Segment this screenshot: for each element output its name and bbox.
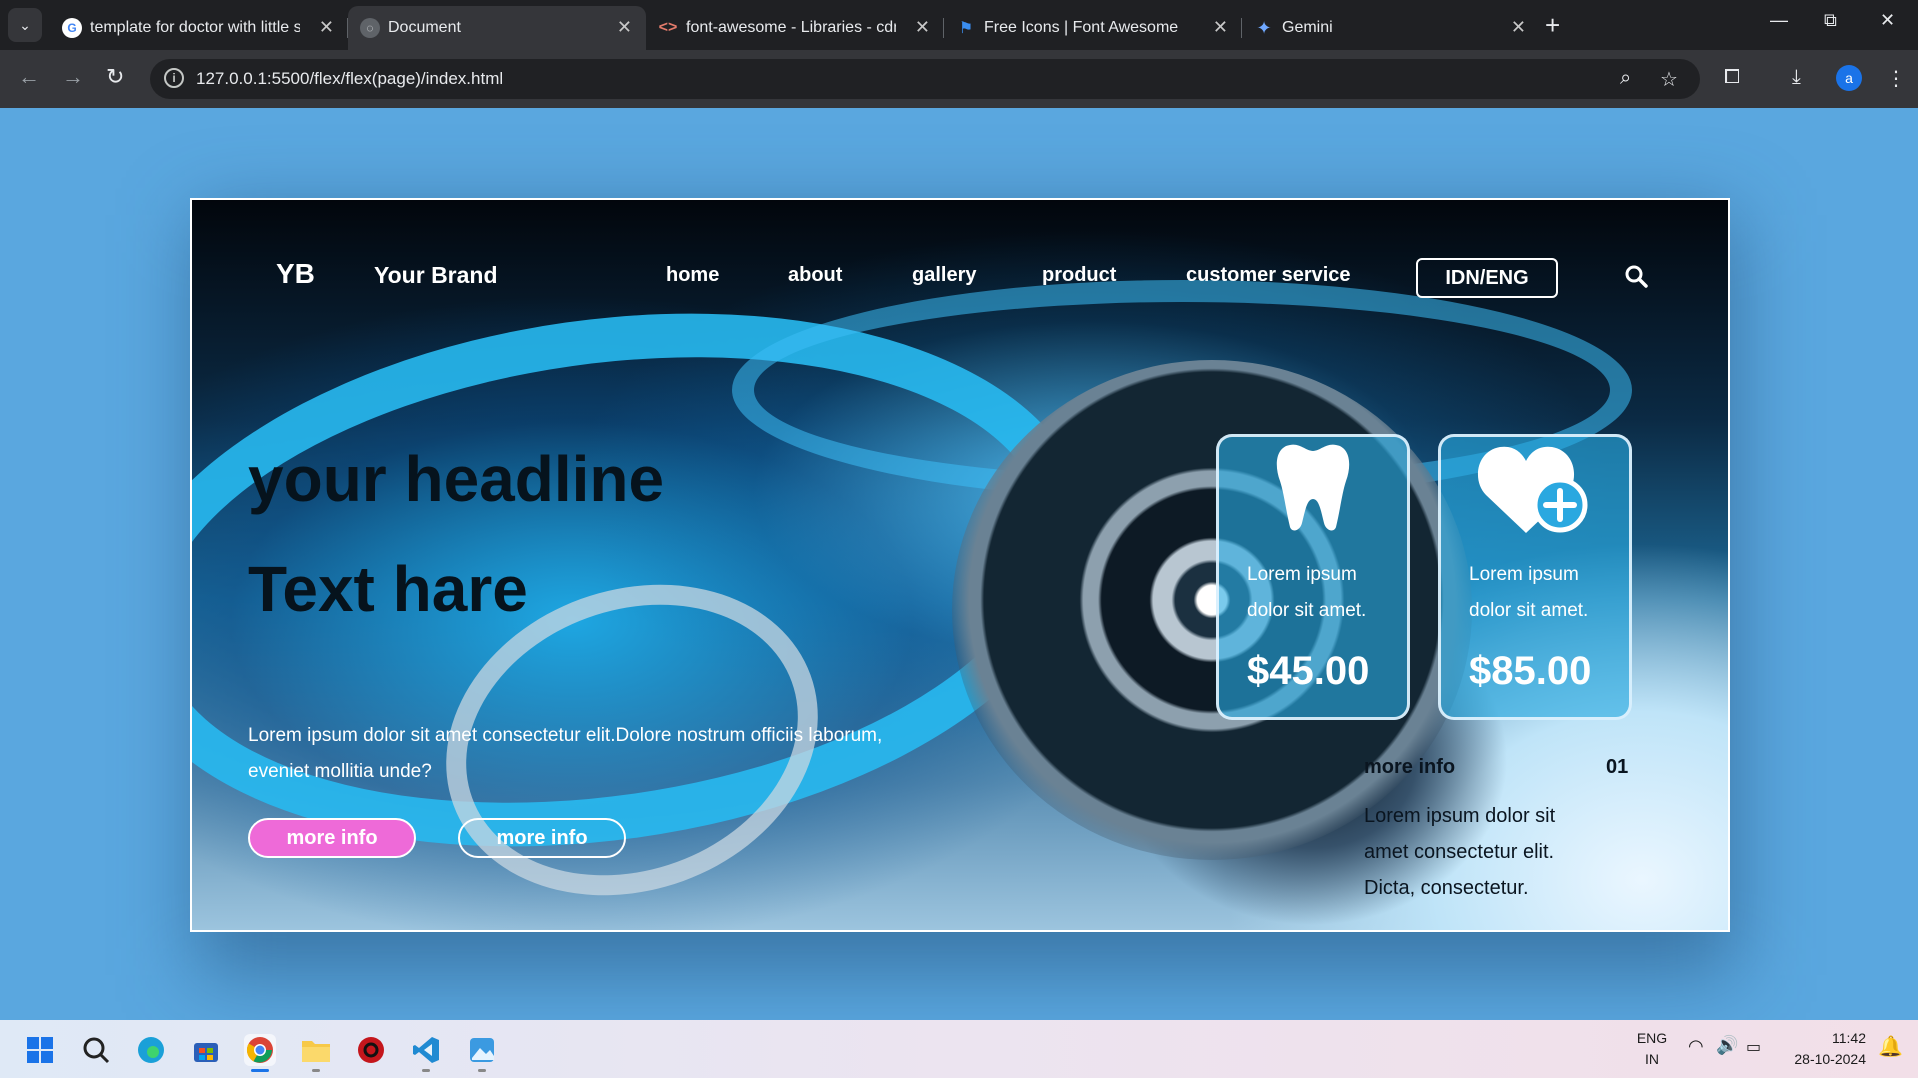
card-price: $85.00 xyxy=(1469,649,1592,693)
service-card-health[interactable]: Lorem ipsum dolor sit amet. $85.00 xyxy=(1438,434,1632,720)
download-icon[interactable]: ⤓ xyxy=(1792,66,1801,89)
extensions-icon[interactable]: ⧠ xyxy=(1724,66,1740,89)
hero-body-text: Lorem ipsum dolor sit amet consectetur e… xyxy=(248,725,883,782)
card-price: $45.00 xyxy=(1247,649,1370,693)
zoom-icon[interactable]: ⌕ xyxy=(1620,67,1631,90)
heart-plus-icon xyxy=(1477,446,1588,533)
info-text: Lorem ipsum dolor sit amet consectetur e… xyxy=(1364,805,1556,899)
tab-title: Free Icons | Font Awesome xyxy=(984,19,1179,36)
address-bar[interactable]: i 127.0.0.1:5500/flex/flex(page)/index.h… xyxy=(150,59,1700,99)
code-icon: <> xyxy=(658,19,678,36)
volume-icon[interactable]: 🔊 xyxy=(1716,1035,1738,1056)
close-window-icon[interactable]: ✕ xyxy=(1880,10,1895,31)
language-toggle-button[interactable]: IDN/ENG xyxy=(1416,258,1558,298)
card-description: Lorem ipsum dolor sit amet. xyxy=(1247,564,1367,621)
back-arrow-icon[interactable]: ← xyxy=(18,64,40,90)
tab-list: G template for doctor with little sl ✕ ◌… xyxy=(50,6,1540,50)
info-icon[interactable]: i xyxy=(164,68,184,88)
address-toolbar: ← → ↻ i 127.0.0.1:5500/flex/flex(page)/i… xyxy=(0,50,1918,108)
browser-tab-strip: ⌄ G template for doctor with little sl ✕… xyxy=(0,0,1918,50)
chrome-icon[interactable] xyxy=(244,1034,276,1072)
browser-tab[interactable]: ⚑ Free Icons | Font Awesome ✕ xyxy=(944,6,1242,50)
url-text[interactable]: 127.0.0.1:5500/flex/flex(page)/index.htm… xyxy=(196,69,503,89)
clock-date[interactable]: 28-10-2024 xyxy=(1786,1051,1866,1067)
more-info-button-outline[interactable]: more info xyxy=(458,818,626,858)
search-icon[interactable] xyxy=(80,1034,112,1066)
windows-taskbar: ENG IN ◠ 🔊 ▭ 11:42 28-10-2024 🔔 xyxy=(0,1020,1918,1078)
info-title[interactable]: more info xyxy=(1364,756,1455,779)
store-icon[interactable] xyxy=(190,1034,222,1066)
tab-title: font-awesome - Libraries - cdnj xyxy=(686,19,896,36)
info-number: 01 xyxy=(1606,756,1629,778)
app-icon[interactable] xyxy=(355,1034,387,1066)
tab-search-button[interactable]: ⌄ xyxy=(8,8,42,42)
restore-icon[interactable]: ⧉ xyxy=(1824,10,1837,31)
tab-title: template for doctor with little sl xyxy=(90,19,300,36)
google-icon: G xyxy=(62,18,82,38)
hero-headline: your headline xyxy=(248,443,665,515)
close-icon[interactable]: ✕ xyxy=(915,17,930,38)
minimize-icon[interactable]: — xyxy=(1770,10,1788,31)
flag-icon: ⚑ xyxy=(958,20,974,37)
close-icon[interactable]: ✕ xyxy=(1511,17,1526,38)
close-icon[interactable]: ✕ xyxy=(1213,17,1228,38)
search-icon[interactable] xyxy=(1624,264,1648,288)
card-description: Lorem ipsum dolor sit amet. xyxy=(1469,564,1589,621)
input-language-line1[interactable]: ENG xyxy=(1632,1030,1672,1046)
brand-name[interactable]: Your Brand xyxy=(374,262,498,289)
service-card-dental[interactable]: Lorem ipsum dolor sit amet. $45.00 xyxy=(1216,434,1410,720)
tab-title: Document xyxy=(388,19,461,36)
reload-icon[interactable]: ↻ xyxy=(106,64,124,90)
close-icon[interactable]: ✕ xyxy=(319,17,334,38)
file-explorer-icon[interactable] xyxy=(300,1034,332,1072)
nav-product[interactable]: product xyxy=(1042,264,1116,287)
more-info-button-primary[interactable]: more info xyxy=(248,818,416,858)
hero-section: YB Your Brand home about gallery product… xyxy=(190,198,1730,932)
nav-about[interactable]: about xyxy=(788,264,842,287)
battery-icon[interactable]: ▭ xyxy=(1746,1037,1761,1057)
bookmark-star-icon[interactable]: ☆ xyxy=(1660,67,1678,92)
menu-kebab-icon[interactable]: ⋮ xyxy=(1886,66,1906,91)
nav-gallery[interactable]: gallery xyxy=(912,264,976,287)
profile-avatar[interactable]: a xyxy=(1836,65,1862,91)
globe-icon: ◌ xyxy=(360,18,380,38)
new-tab-button[interactable]: + xyxy=(1545,12,1560,38)
hero-subheadline: Text hare xyxy=(248,553,528,625)
input-language-line2[interactable]: IN xyxy=(1632,1051,1672,1067)
windows-start-icon[interactable] xyxy=(24,1034,56,1066)
notification-bell-icon[interactable]: 🔔 xyxy=(1878,1034,1903,1059)
sparkle-icon: ✦ xyxy=(1256,17,1272,38)
photos-icon[interactable] xyxy=(466,1034,498,1072)
close-icon[interactable]: ✕ xyxy=(617,17,632,38)
wifi-icon[interactable]: ◠ xyxy=(1688,1036,1704,1057)
nav-home[interactable]: home xyxy=(666,264,719,287)
brand-logo[interactable]: YB xyxy=(276,258,315,290)
browser-tab[interactable]: ✦ Gemini ✕ xyxy=(1242,6,1540,50)
browser-tab[interactable]: <> font-awesome - Libraries - cdnj ✕ xyxy=(646,6,944,50)
clock-time[interactable]: 11:42 xyxy=(1786,1030,1866,1046)
tab-title: Gemini xyxy=(1282,19,1333,36)
chevron-down-icon: ⌄ xyxy=(19,16,31,33)
forward-arrow-icon[interactable]: → xyxy=(62,64,84,90)
browser-tab[interactable]: G template for doctor with little sl ✕ xyxy=(50,6,348,50)
nav-customer-service[interactable]: customer service xyxy=(1186,264,1351,287)
edge-icon[interactable] xyxy=(135,1034,167,1066)
vscode-icon[interactable] xyxy=(410,1034,442,1072)
browser-tab-active[interactable]: ◌ Document ✕ xyxy=(348,6,646,50)
tooth-icon xyxy=(1276,444,1350,531)
